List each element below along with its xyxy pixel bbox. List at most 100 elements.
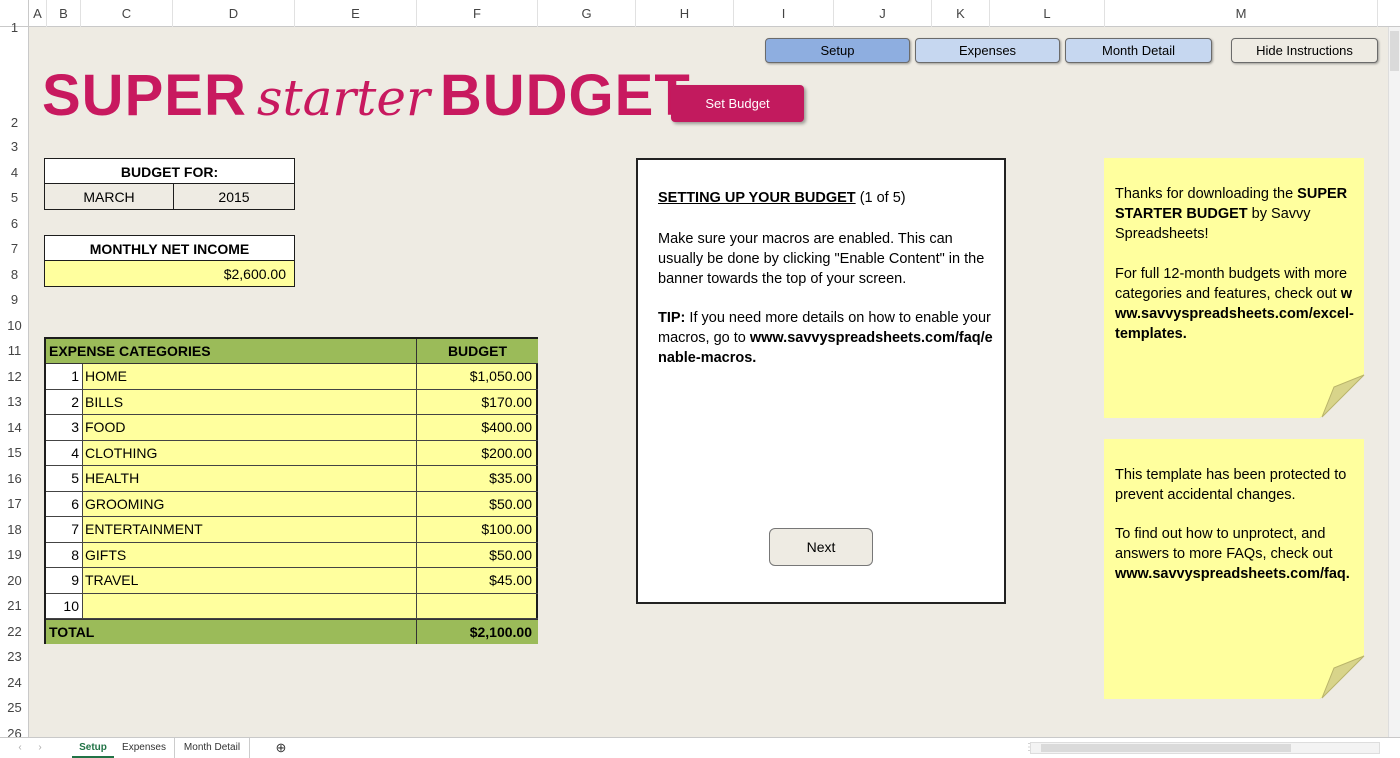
expense-category-cell[interactable]: TRAVEL: [83, 568, 417, 594]
expense-budget-cell[interactable]: $200.00: [417, 441, 538, 466]
sheet-tab-setup[interactable]: Setup: [72, 738, 114, 758]
tip-label: TIP:: [658, 310, 686, 326]
row-number[interactable]: 5: [0, 190, 29, 205]
total-value: $2,100.00: [417, 619, 538, 644]
templates-text: For full 12-month budgets with more cate…: [1115, 266, 1348, 302]
instructions-para1: Make sure your macros are enabled. This …: [658, 231, 985, 287]
month-detail-button[interactable]: Month Detail: [1065, 38, 1212, 63]
column-header-c[interactable]: C: [81, 0, 173, 27]
row-number[interactable]: 21: [0, 598, 29, 613]
expense-category-cell[interactable]: HEALTH: [83, 466, 417, 492]
faq-note-text: To find out how to unprotect, and answer…: [1115, 524, 1355, 584]
note-curl-2: [1321, 655, 1365, 699]
vertical-scroll-thumb[interactable]: [1390, 31, 1399, 71]
column-header-b[interactable]: B: [47, 0, 81, 27]
row-number[interactable]: 1: [0, 20, 29, 35]
expense-category-cell[interactable]: CLOTHING: [83, 440, 417, 466]
expense-category-cell[interactable]: [83, 593, 417, 619]
column-header-k[interactable]: K: [932, 0, 990, 27]
row-number[interactable]: 22: [0, 624, 29, 639]
row-number[interactable]: 25: [0, 700, 29, 715]
row-number[interactable]: 19: [0, 547, 29, 562]
table-row: 7 ENTERTAINMENT $100.00: [46, 517, 538, 543]
column-header-a[interactable]: A: [29, 0, 47, 27]
tab-scroll-right-icon[interactable]: ›: [34, 738, 46, 758]
row-number[interactable]: 14: [0, 420, 29, 435]
expense-categories-header: EXPENSE CATEGORIES: [46, 339, 417, 364]
title-budget: BUDGET: [439, 63, 691, 128]
expense-number-cell: 10: [46, 593, 83, 619]
app-title: SUPER starter BUDGET: [42, 62, 691, 132]
tab-scroll-left-icon[interactable]: ‹: [14, 738, 26, 758]
vertical-scrollbar[interactable]: [1388, 27, 1400, 738]
monthly-income-value[interactable]: $2,600.00: [44, 260, 295, 287]
column-header-i[interactable]: I: [734, 0, 834, 27]
column-header-l[interactable]: L: [990, 0, 1105, 27]
row-number[interactable]: 23: [0, 649, 29, 664]
expense-budget-cell[interactable]: $35.00: [417, 466, 538, 492]
instructions-step: (1 of 5): [859, 190, 906, 206]
table-row: 6 GROOMING $50.00: [46, 491, 538, 517]
budget-for-label: BUDGET FOR:: [44, 158, 295, 184]
column-header-f[interactable]: F: [417, 0, 538, 27]
row-number[interactable]: 15: [0, 445, 29, 460]
table-row: 2 BILLS $170.00: [46, 389, 538, 415]
add-sheet-icon[interactable]: ⊕: [272, 738, 290, 758]
expense-budget-cell[interactable]: $170.00: [417, 390, 538, 415]
row-number[interactable]: 9: [0, 292, 29, 307]
row-number[interactable]: 10: [0, 318, 29, 333]
expense-budget-cell[interactable]: $45.00: [417, 568, 538, 594]
column-header-d[interactable]: D: [173, 0, 295, 27]
expense-budget-cell[interactable]: [417, 594, 538, 619]
expense-number-cell: 4: [46, 440, 83, 466]
expense-budget-cell[interactable]: $50.00: [417, 543, 538, 568]
expenses-button[interactable]: Expenses: [915, 38, 1060, 63]
row-number[interactable]: 2: [0, 115, 29, 130]
horizontal-scroll-thumb[interactable]: [1041, 744, 1291, 752]
row-number[interactable]: 16: [0, 471, 29, 486]
row-number[interactable]: 7: [0, 241, 29, 256]
row-number[interactable]: 8: [0, 267, 29, 282]
sheet-tab-expenses[interactable]: Expenses: [116, 738, 172, 758]
table-row: 9 TRAVEL $45.00: [46, 568, 538, 594]
row-number[interactable]: 6: [0, 216, 29, 231]
expense-category-cell[interactable]: ENTERTAINMENT: [83, 517, 417, 543]
expense-category-cell[interactable]: GROOMING: [83, 491, 417, 517]
column-header-g[interactable]: G: [538, 0, 636, 27]
expense-budget-cell[interactable]: $50.00: [417, 492, 538, 517]
faq-link[interactable]: www.savvyspreadsheets.com/faq.: [1115, 566, 1350, 582]
row-number[interactable]: 3: [0, 139, 29, 154]
column-header-m[interactable]: M: [1105, 0, 1378, 27]
row-number[interactable]: 24: [0, 675, 29, 690]
expense-budget-cell[interactable]: $1,050.00: [417, 364, 538, 390]
budget-header: BUDGET: [417, 339, 538, 364]
setup-button[interactable]: Setup: [765, 38, 910, 63]
expense-category-cell[interactable]: HOME: [83, 364, 417, 390]
row-number[interactable]: 11: [0, 343, 29, 358]
title-super: SUPER: [42, 63, 247, 128]
expense-budget-cell[interactable]: $100.00: [417, 517, 538, 543]
column-header-j[interactable]: J: [834, 0, 932, 27]
budget-year-cell[interactable]: 2015: [173, 183, 295, 210]
column-header-e[interactable]: E: [295, 0, 417, 27]
expense-category-cell[interactable]: FOOD: [83, 415, 417, 441]
hide-instructions-button[interactable]: Hide Instructions: [1231, 38, 1378, 63]
row-number[interactable]: 13: [0, 394, 29, 409]
row-number[interactable]: 4: [0, 165, 29, 180]
next-button[interactable]: Next: [769, 528, 873, 566]
table-row: 8 GIFTS $50.00: [46, 542, 538, 568]
set-budget-button[interactable]: Set Budget: [671, 85, 804, 122]
row-number[interactable]: 12: [0, 369, 29, 384]
expense-category-cell[interactable]: GIFTS: [83, 542, 417, 568]
table-row: 1 HOME $1,050.00: [46, 364, 538, 390]
instructions-heading: SETTING UP YOUR BUDGET: [658, 190, 856, 206]
budget-month-cell[interactable]: MARCH: [44, 183, 174, 210]
expense-category-cell[interactable]: BILLS: [83, 389, 417, 415]
row-number[interactable]: 20: [0, 573, 29, 588]
sheet-tab-month-detail[interactable]: Month Detail: [174, 738, 250, 758]
column-header-h[interactable]: H: [636, 0, 734, 27]
row-number[interactable]: 17: [0, 496, 29, 511]
horizontal-scrollbar[interactable]: [1030, 742, 1380, 754]
expense-budget-cell[interactable]: $400.00: [417, 415, 538, 441]
row-number[interactable]: 18: [0, 522, 29, 537]
